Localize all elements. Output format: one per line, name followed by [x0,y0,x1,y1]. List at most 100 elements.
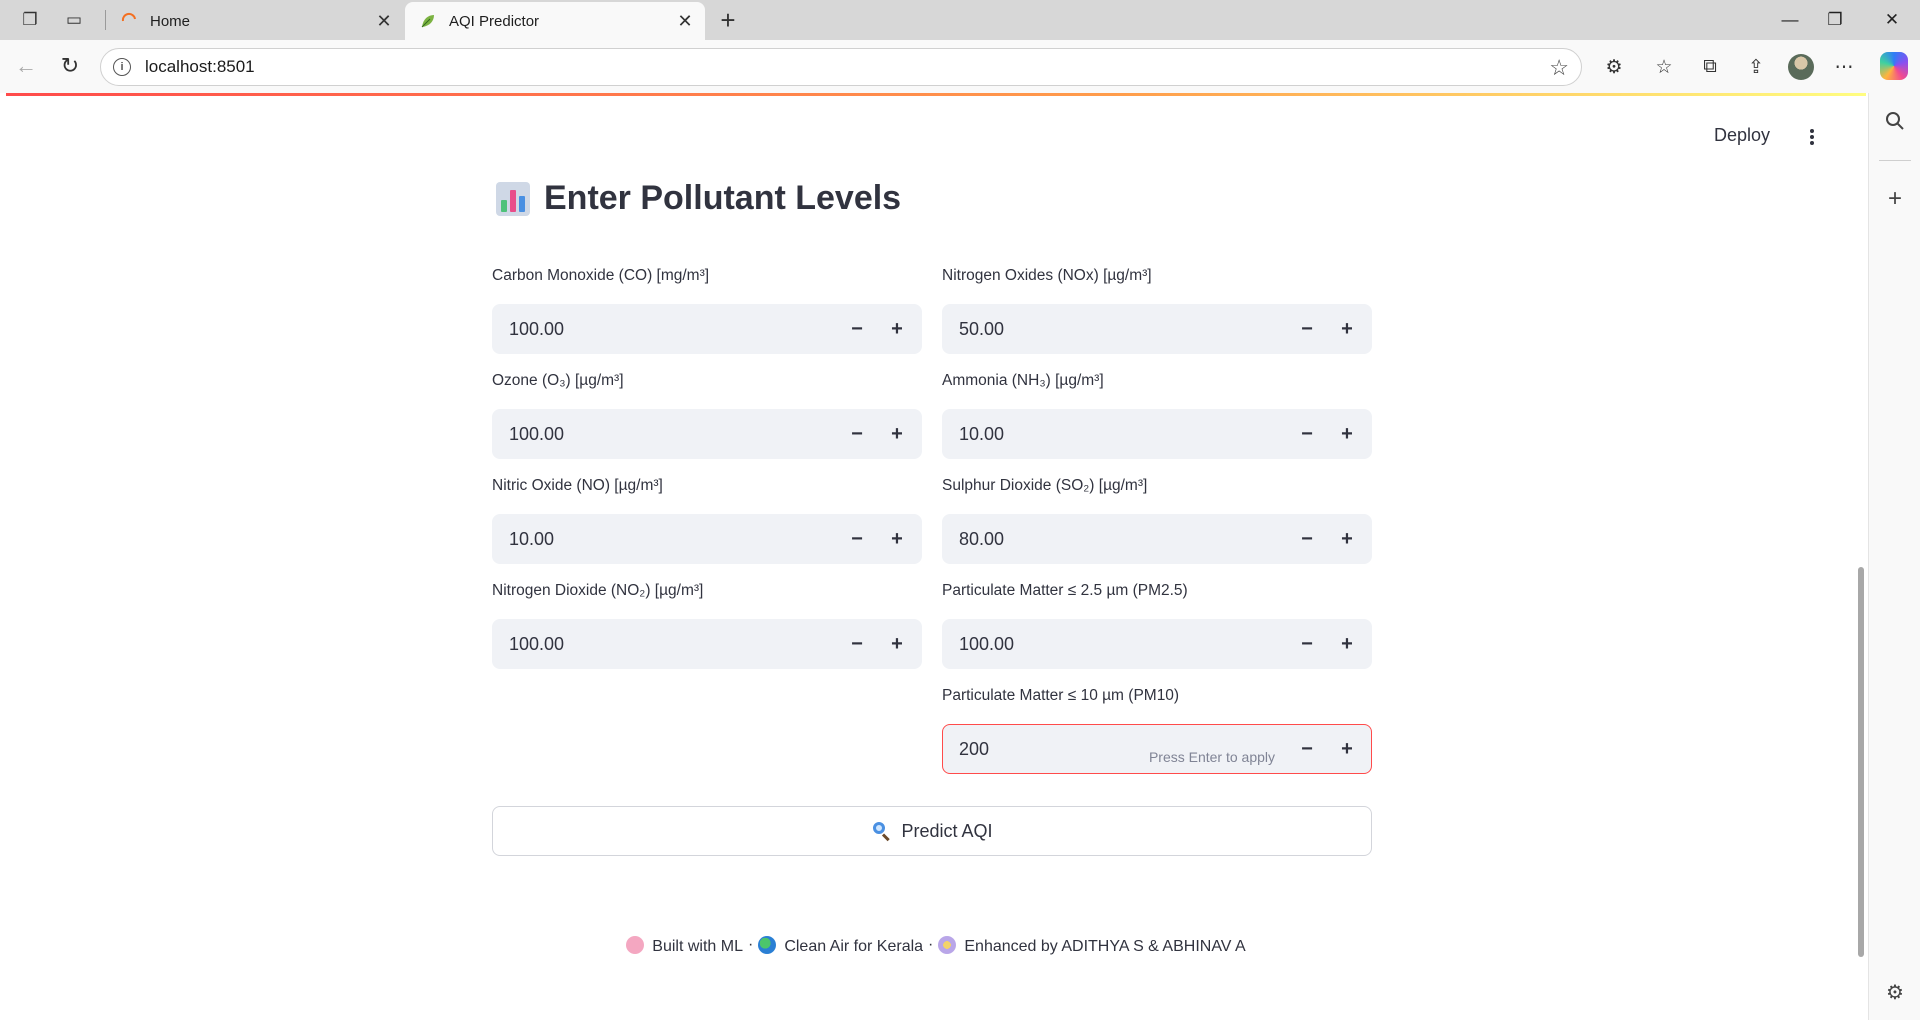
increment-icon[interactable]: + [885,422,909,446]
no-number-input[interactable]: 10.00 − + [492,514,922,564]
input-value[interactable]: 80.00 [959,529,1004,550]
collections-icon[interactable]: ⧉ [1696,53,1724,81]
add-icon[interactable]: + [1881,185,1909,213]
close-tab-icon[interactable]: ✕ [675,11,695,31]
field-label: Particulate Matter ≤ 2.5 µm (PM2.5) [942,582,1188,599]
vertical-tabs-icon[interactable]: ▭ [62,8,86,32]
footer: Built with ML · Clean Air for Kerala · E… [6,936,1866,956]
copilot-icon[interactable] [1880,52,1908,80]
address-bar[interactable]: i localhost:8501 ☆ [100,48,1582,86]
co-field: Carbon Monoxide (CO) [mg/m³] 100.00 − + [492,267,922,354]
input-value[interactable]: 10.00 [959,424,1004,445]
minimize-icon[interactable]: — [1770,6,1810,34]
increment-icon[interactable]: + [1335,737,1359,761]
brain-icon [626,936,645,954]
profile-avatar[interactable] [1788,54,1814,80]
restore-icon[interactable]: ❐ [1815,6,1855,34]
so2-number-input[interactable]: 80.00 − + [942,514,1372,564]
globe-icon [758,936,777,954]
page-heading: Enter Pollutant Levels [544,179,902,217]
sparkle-icon [938,936,957,954]
tab-title: AQI Predictor [449,12,540,30]
close-tab-icon[interactable]: ✕ [374,11,394,31]
nox-number-input[interactable]: 50.00 − + [942,304,1372,354]
footer-text: Clean Air for Kerala [784,938,924,955]
no2-number-input[interactable]: 100.00 − + [492,619,922,669]
increment-icon[interactable]: + [885,317,909,341]
header-decoration-bar [6,93,1866,96]
input-value[interactable]: 200 [959,739,989,760]
tab-aqi-predictor[interactable]: AQI Predictor ✕ [405,2,705,40]
decrement-icon[interactable]: − [1295,632,1319,656]
refresh-icon[interactable]: ↻ [56,52,84,80]
nh3-number-input[interactable]: 10.00 − + [942,409,1372,459]
increment-icon[interactable]: + [885,632,909,656]
nh3-field: Ammonia (NH₃) [µg/m³] 10.00 − + [942,372,1372,459]
input-value[interactable]: 10.00 [509,529,554,550]
back-icon[interactable]: ← [12,52,40,80]
increment-icon[interactable]: + [1335,422,1359,446]
main-menu-icon[interactable] [1807,127,1817,147]
tab-home[interactable]: Home ✕ [106,2,404,40]
increment-icon[interactable]: + [1335,632,1359,656]
browser-toolbar: ← ↻ i localhost:8501 ☆ ⚙ ☆ ⧉ ⇪ ⋯ [0,40,1920,93]
page-viewport: Deploy Enter Pollutant Levels Carbon Mon… [6,93,1866,1014]
o3-number-input[interactable]: 100.00 − + [492,409,922,459]
footer-text: Enhanced by ADITHYA S & ABHINAV A [964,938,1246,955]
close-window-icon[interactable]: ✕ [1872,6,1912,34]
decrement-icon[interactable]: − [845,422,869,446]
input-value[interactable]: 100.00 [509,319,564,340]
page-title: Enter Pollutant Levels [496,179,901,218]
predict-button-label: Predict AQI [901,820,993,841]
input-value[interactable]: 100.00 [959,634,1014,655]
workspaces-icon[interactable]: ❐ [18,8,42,32]
extensions-icon[interactable]: ⚙ [1600,53,1628,81]
share-icon[interactable]: ⇪ [1742,53,1770,81]
footer-item-credits: Enhanced by ADITHYA S & ABHINAV A [938,936,1246,956]
o3-field: Ozone (O₃) [µg/m³] 100.00 − + [492,372,922,459]
input-hint: Press Enter to apply [1148,749,1275,765]
decrement-icon[interactable]: − [1295,527,1319,551]
co-number-input[interactable]: 100.00 − + [492,304,922,354]
scrollbar-thumb[interactable] [1858,567,1864,957]
increment-icon[interactable]: + [1335,317,1359,341]
scrollbar[interactable] [1856,93,1866,1014]
leaf-icon [419,12,437,30]
footer-text: Built with ML [652,938,743,955]
increment-icon[interactable]: + [1335,527,1359,551]
bar-chart-icon [496,181,530,216]
favorites-icon[interactable]: ☆ [1650,53,1678,81]
field-label: Ammonia (NH₃) [µg/m³] [942,372,1104,389]
predict-aqi-button[interactable]: Predict AQI [492,806,1372,856]
pm10-field: Particulate Matter ≤ 10 µm (PM10) 200 Pr… [942,687,1372,774]
field-label: Sulphur Dioxide (SO₂) [µg/m³] [942,477,1148,494]
decrement-icon[interactable]: − [1295,317,1319,341]
decrement-icon[interactable]: − [1295,737,1319,761]
new-tab-icon[interactable]: + [714,5,742,35]
deploy-button[interactable]: Deploy [1714,125,1770,146]
pm25-field: Particulate Matter ≤ 2.5 µm (PM2.5) 100.… [942,582,1372,669]
field-label: Particulate Matter ≤ 10 µm (PM10) [942,687,1180,704]
settings-gear-icon[interactable]: ⚙ [1881,978,1909,1006]
input-value[interactable]: 50.00 [959,319,1004,340]
pm10-number-input[interactable]: 200 Press Enter to apply − + [942,724,1372,774]
more-options-icon[interactable]: ⋯ [1830,53,1858,81]
field-label: Carbon Monoxide (CO) [mg/m³] [492,267,710,284]
site-info-icon[interactable]: i [113,58,131,76]
tab-title: Home [150,12,191,30]
footer-item-clean-air: Clean Air for Kerala [758,936,923,956]
no-field: Nitric Oxide (NO) [µg/m³] 10.00 − + [492,477,922,564]
input-value[interactable]: 100.00 [509,634,564,655]
field-label: Nitric Oxide (NO) [µg/m³] [492,477,663,494]
decrement-icon[interactable]: − [845,317,869,341]
decrement-icon[interactable]: − [845,527,869,551]
pm25-number-input[interactable]: 100.00 − + [942,619,1372,669]
decrement-icon[interactable]: − [845,632,869,656]
loading-spinner-icon [120,12,138,30]
input-value[interactable]: 100.00 [509,424,564,445]
search-icon[interactable] [1881,107,1909,135]
edge-sidebar: + ⚙ [1868,93,1920,1020]
increment-icon[interactable]: + [885,527,909,551]
favorite-star-icon[interactable]: ☆ [1549,55,1569,81]
decrement-icon[interactable]: − [1295,422,1319,446]
